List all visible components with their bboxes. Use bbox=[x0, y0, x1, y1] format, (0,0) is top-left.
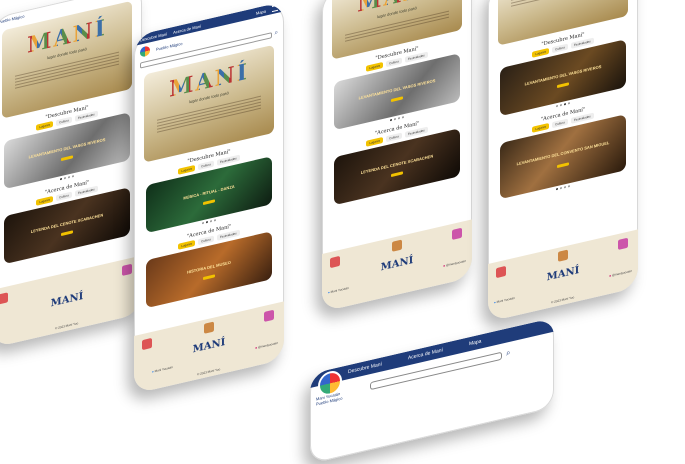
nav-item-discover[interactable]: Descubre Maní bbox=[348, 361, 382, 375]
card-caption: MÚSICA - RITUAL - DANZA bbox=[183, 183, 235, 201]
footer-copyright: © 2023 Maní Yuc. bbox=[55, 320, 79, 331]
pueblos-magicos-logo bbox=[0, 292, 8, 305]
search-icon[interactable]: ⌕ bbox=[506, 348, 510, 359]
tab-cultura[interactable]: Cultura bbox=[552, 118, 568, 129]
brand-text: Pueblo Mágico bbox=[0, 13, 25, 25]
card-caption: HISTORIA DEL MUSEO bbox=[187, 259, 231, 275]
pueblos-magicos-logo bbox=[142, 337, 152, 351]
phone-mockup-3: MANÍ lugar donde todo pasó "Descubre Man… bbox=[322, 0, 472, 312]
instagram-icon: ■ bbox=[255, 345, 258, 351]
footer: MANÍ ● Mani Yucatán ■ @maniyucatan © 202… bbox=[134, 301, 284, 394]
yucatan-logo bbox=[264, 309, 274, 322]
card-button[interactable] bbox=[557, 162, 569, 168]
footer-instagram[interactable]: ■ @maniyucatan bbox=[609, 269, 632, 278]
instagram-icon: ■ bbox=[443, 263, 446, 269]
phone-mockup-2: Descubre Maní Acerca de Maní Mapa Pueblo… bbox=[134, 1, 284, 394]
card-button[interactable] bbox=[61, 230, 73, 236]
footer-facebook[interactable]: ● Mani Yucatán bbox=[328, 286, 349, 295]
nav-item-map[interactable]: Mapa bbox=[256, 8, 266, 15]
footer: MANÍ ● Mani Yucatán ■ @maniyucatan bbox=[322, 219, 472, 312]
footer-facebook[interactable]: ● Mani Yucatán bbox=[494, 296, 515, 305]
phone-mockup-5: Descubre Maní Acerca de Maní Mapa Mani Y… bbox=[310, 317, 554, 464]
card-button[interactable] bbox=[203, 199, 215, 205]
card-caption: LEYENDA DEL CENOTE XCABACHEN bbox=[360, 153, 434, 176]
card-caption: LEYENDA DEL CENOTE XCABACHEN bbox=[30, 212, 104, 235]
yucatan-logo bbox=[452, 227, 462, 240]
tab-cultura[interactable]: Cultura bbox=[198, 160, 214, 171]
hero-text bbox=[511, 0, 615, 9]
footer: MANÍ © 2023 Maní Yuc. bbox=[0, 255, 142, 348]
pueblos-magicos-logo bbox=[496, 265, 506, 279]
navbar: Descubre Maní Acerca de Maní Mapa bbox=[310, 317, 554, 388]
instagram-icon: ■ bbox=[609, 273, 612, 279]
tab-cultura[interactable]: Cultura bbox=[552, 43, 568, 54]
card-button[interactable] bbox=[391, 96, 403, 102]
card-button[interactable] bbox=[557, 82, 569, 88]
footer-brand: MANÍ bbox=[380, 254, 414, 274]
brand-sub: Pueblo Mágico bbox=[156, 40, 183, 52]
tab-cultura[interactable]: Cultura bbox=[56, 191, 72, 202]
nav-item-map[interactable]: Mapa bbox=[469, 338, 482, 347]
search-icon[interactable]: ⌕ bbox=[275, 30, 278, 38]
footer: MANÍ ● Mani Yucatán ■ @maniyucatan © 202… bbox=[488, 229, 638, 322]
yucatan-logo bbox=[618, 237, 628, 250]
facebook-icon: ● bbox=[328, 290, 330, 295]
pueblos-magicos-logo bbox=[330, 255, 340, 269]
mani-mural-logo bbox=[204, 321, 214, 334]
card-button[interactable] bbox=[61, 155, 73, 161]
card-caption: LEVANTAMIENTO DEL VASOS RIVEROS bbox=[358, 78, 436, 101]
card-caption: LEVANTAMIENTO DEL VASOS RIVEROS bbox=[28, 137, 106, 160]
phone-mockup-4: "Descubre Maní" Lugares Cultura Festivid… bbox=[488, 0, 638, 322]
mani-mural-logo bbox=[558, 249, 568, 262]
mani-mural-logo bbox=[392, 239, 402, 252]
nav-item-about[interactable]: Acerca de Maní bbox=[408, 347, 443, 361]
facebook-icon: ● bbox=[494, 300, 496, 305]
card-caption: LEVANTAMIENTO DEL VASOS RIVEROS bbox=[524, 64, 602, 87]
tab-cultura[interactable]: Cultura bbox=[386, 57, 402, 68]
footer-brand: MANÍ bbox=[192, 336, 226, 356]
footer-instagram[interactable]: ■ @maniyucatan bbox=[443, 259, 466, 268]
card-button[interactable] bbox=[203, 274, 215, 280]
footer-brand: MANÍ bbox=[50, 290, 84, 310]
logo-icon[interactable] bbox=[140, 45, 150, 58]
facebook-icon: ● bbox=[152, 369, 154, 374]
tab-cultura[interactable]: Cultura bbox=[198, 235, 214, 246]
yucatan-logo bbox=[122, 263, 132, 276]
footer-facebook[interactable]: ● Mani Yucatán bbox=[152, 365, 173, 374]
phone-mockup-1: Pueblo Mágico ⌕ MANÍ lugar donde todo pa… bbox=[0, 0, 142, 348]
footer-instagram[interactable]: ■ @maniyucatan bbox=[255, 341, 278, 350]
footer-brand: MANÍ bbox=[546, 264, 580, 284]
card-button[interactable] bbox=[391, 171, 403, 177]
tab-cultura[interactable]: Cultura bbox=[386, 132, 402, 143]
menu-icon[interactable] bbox=[272, 4, 278, 13]
tab-cultura[interactable]: Cultura bbox=[56, 116, 72, 127]
